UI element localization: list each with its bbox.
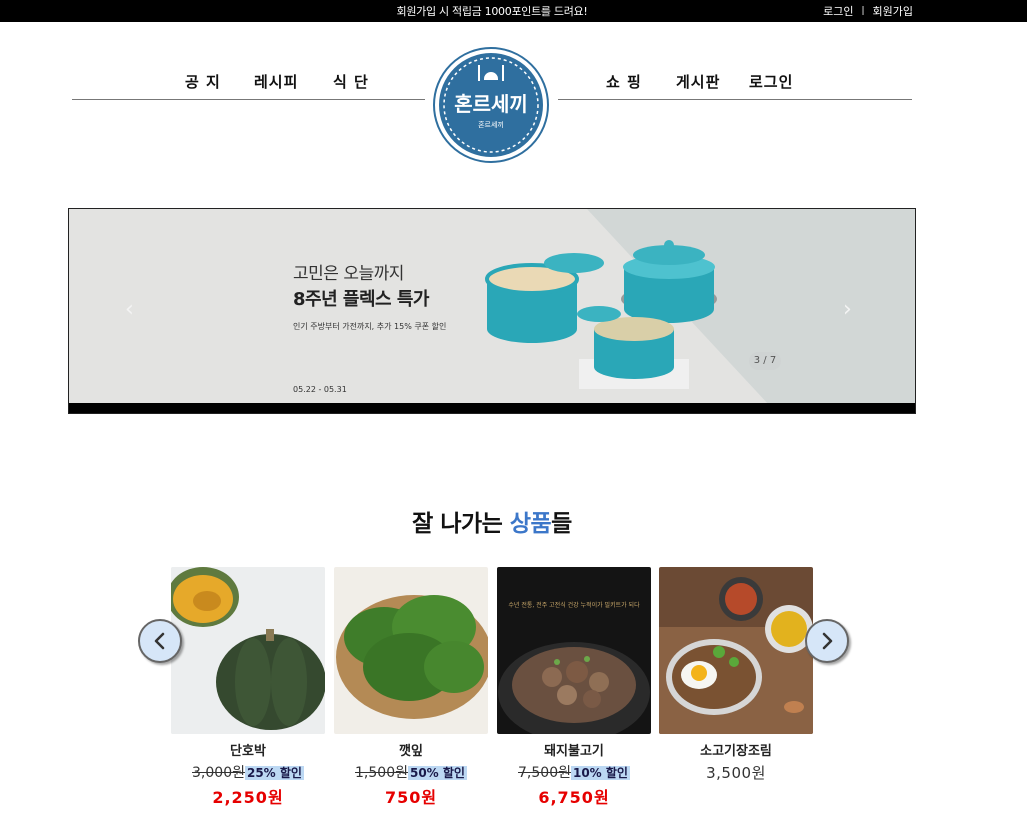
banner-pager: 3 / 7 <box>749 352 781 370</box>
product-card[interactable]: 깻잎 1,500원 50% 할인 750원 <box>334 567 488 808</box>
product-prices: 7,500원 10% 할인 <box>497 762 651 782</box>
top-signup-link[interactable]: 회원가입 <box>873 3 913 19</box>
section-title-accent: 상품 <box>509 511 552 537</box>
nav-divider-right <box>558 99 912 100</box>
discount-badge: 10% 할인 <box>570 766 630 780</box>
nav-login[interactable]: 로그인 <box>749 71 793 92</box>
sale-price: 6,750원 <box>538 788 610 807</box>
site-logo[interactable]: 혼르세끼 혼르세끼 <box>433 47 549 163</box>
product-name: 깻잎 <box>399 744 423 759</box>
logo-subtitle: 혼르세끼 <box>478 120 504 129</box>
carousel-prev-button[interactable] <box>138 619 182 663</box>
chevron-left-icon <box>154 632 165 650</box>
carousel-next-button[interactable] <box>805 619 849 663</box>
product-image-pumpkin[interactable] <box>171 567 325 734</box>
sale-price: 2,250원 <box>212 788 284 807</box>
original-price: 1,500원 <box>355 765 408 781</box>
top-bar: 회원가입 시 적립금 1000포인트를 드려요! 로그인 | 회원가입 <box>0 0 1027 22</box>
product-prices: 1,500원 50% 할인 <box>334 762 488 782</box>
product-prices: 3,500원 <box>659 762 813 783</box>
product-card[interactable]: 단호박 3,000원 25% 할인 2,250원 <box>171 567 325 808</box>
section-title-start: 잘 나가는 <box>412 511 510 537</box>
product-image-perilla[interactable] <box>334 567 488 734</box>
chevron-right-icon <box>822 632 833 650</box>
sale-price: 750원 <box>384 788 438 807</box>
banner-prev-arrow[interactable]: ‹ <box>125 297 134 322</box>
promo-banner[interactable]: ‹ › 고민은 오늘까지 8주년 플렉스 특가 인기 주방부터 가전까지, 추가… <box>68 208 916 414</box>
product-image-beef-jangjorim[interactable] <box>659 567 813 734</box>
section-title: 잘 나가는 상품들 <box>0 504 984 538</box>
discount-badge: 50% 할인 <box>407 766 467 780</box>
product-image-pork-bulgogi[interactable]: 수년 전통, 전주 고전식 건강 누적이가 밀키트가 되다 <box>497 567 651 734</box>
nav-recipe[interactable]: 레시피 <box>254 71 298 92</box>
product-name: 단호박 <box>230 744 266 759</box>
nav-shopping[interactable]: 쇼 핑 <box>606 71 642 92</box>
discount-badge: 25% 할인 <box>244 766 304 780</box>
nav-board[interactable]: 게시판 <box>676 71 720 92</box>
top-login-link[interactable]: 로그인 <box>823 3 853 19</box>
banner-description: 인기 주방부터 가전까지, 추가 15% 쿠폰 할인 <box>293 322 447 331</box>
original-price: 7,500원 <box>518 765 571 781</box>
link-separator: | <box>861 6 865 16</box>
section-title-end: 들 <box>551 511 572 537</box>
banner-title: 8주년 플렉스 특가 <box>293 289 429 310</box>
product-card[interactable]: 소고기장조림 3,500원 <box>659 567 813 783</box>
banner-subtitle: 고민은 오늘까지 <box>293 264 404 284</box>
image-caption: 수년 전통, 전주 고전식 건강 누적이가 밀키트가 되다 <box>508 601 640 609</box>
cookware-image <box>485 240 717 389</box>
product-name: 돼지불고기 <box>544 744 604 759</box>
banner-date: 05.22 - 05.31 <box>293 385 347 394</box>
banner-bottom-bar <box>69 403 915 413</box>
account-links: 로그인 | 회원가입 <box>823 3 913 19</box>
product-name: 소고기장조림 <box>700 744 772 759</box>
original-price: 3,000원 <box>192 765 245 781</box>
nav-divider-left <box>72 99 425 100</box>
banner-next-arrow[interactable]: › <box>843 297 852 322</box>
product-card[interactable]: 수년 전통, 전주 고전식 건강 누적이가 밀키트가 되다 돼지불고기 7,50… <box>497 567 651 808</box>
logo-title: 혼르세끼 <box>454 92 528 116</box>
nav-meal-plan[interactable]: 식 단 <box>333 71 369 92</box>
product-prices: 3,000원 25% 할인 <box>171 762 325 782</box>
product-price: 3,500원 <box>706 764 766 782</box>
nav-notice[interactable]: 공 지 <box>185 71 221 92</box>
